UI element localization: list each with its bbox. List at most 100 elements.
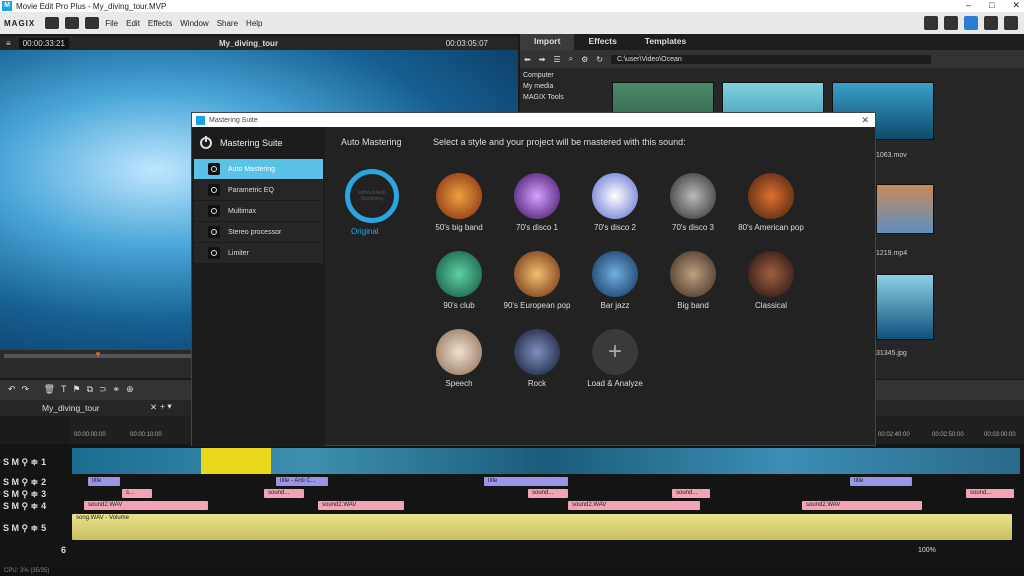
dialog-sidebar: Mastering Suite Auto Mastering Parametri…	[192, 127, 325, 447]
title-clip[interactable]: title - Anti C...	[276, 477, 328, 486]
menu-window[interactable]: Window	[180, 19, 208, 28]
style-90s-club[interactable]: 90's club	[419, 251, 499, 310]
list-icon[interactable]: ☰	[553, 55, 560, 64]
sidebar-item-stereo-processor[interactable]: Stereo processor	[194, 222, 323, 242]
sidebar-item-multimax[interactable]: Multimax	[194, 201, 323, 221]
sidebar-header-label: Mastering Suite	[220, 138, 283, 148]
power-icon[interactable]	[208, 184, 220, 196]
media-thumb[interactable]	[876, 184, 934, 234]
refresh-icon[interactable]: ↻	[596, 55, 603, 64]
hamburger-icon[interactable]: ≡	[6, 39, 11, 48]
add-tab-icon[interactable]: + ▾	[160, 401, 172, 412]
menu-effects[interactable]: Effects	[148, 19, 172, 28]
sidebar-item-auto-mastering[interactable]: Auto Mastering	[194, 159, 323, 179]
open-folder-icon[interactable]	[65, 17, 80, 29]
magic-icon[interactable]	[964, 16, 978, 30]
track-header[interactable]: 6	[0, 545, 70, 555]
audio-clip[interactable]: sound...	[672, 489, 710, 498]
tab-templates[interactable]: Templates	[631, 34, 700, 50]
volume-track-clip[interactable]: song.WAV - Volume	[72, 514, 1012, 540]
style-classical[interactable]: Classical	[731, 251, 811, 310]
style-70s-disco-3[interactable]: 70's disco 3	[653, 173, 733, 232]
original-circle-text: without Auto Mastering	[358, 190, 386, 202]
dialog-close-icon[interactable]: ✕	[861, 115, 869, 126]
sidebar-item-parametric-eq[interactable]: Parametric EQ	[194, 180, 323, 200]
power-icon[interactable]	[208, 226, 220, 238]
power-icon[interactable]	[208, 205, 220, 217]
selected-video-clip[interactable]	[201, 448, 271, 474]
track-header[interactable]: S M ⚲ ≑ 5	[0, 523, 70, 534]
power-icon[interactable]	[208, 163, 220, 175]
back-icon[interactable]: ⬅	[524, 55, 531, 64]
upload-icon[interactable]	[1004, 16, 1018, 30]
tab-effects[interactable]: Effects	[574, 34, 630, 50]
menu-help[interactable]: Help	[246, 19, 262, 28]
tree-item-magix-tools[interactable]: MAGIX Tools	[520, 92, 598, 103]
search-icon[interactable]: ⌕	[569, 54, 573, 64]
style-50s-big-band[interactable]: 50's big band	[419, 173, 499, 232]
original-style-button[interactable]: without Auto Mastering	[345, 169, 399, 223]
dialog-title: Mastering Suite	[209, 116, 258, 124]
style-big-band[interactable]: Big band	[653, 251, 733, 310]
tab-import[interactable]: Import	[520, 34, 575, 50]
gear-icon[interactable]: ⚙	[581, 55, 588, 64]
power-icon[interactable]	[200, 136, 212, 149]
title-clip[interactable]: title	[88, 477, 120, 486]
audio-clip[interactable]: sound...	[528, 489, 568, 498]
settings-icon[interactable]	[924, 16, 938, 30]
track-header[interactable]: S M ⚲ ≑ 3	[0, 489, 70, 500]
style-80s-american-pop[interactable]: 80's American pop	[731, 173, 811, 232]
toolbar-icons[interactable]: ↶↷ 🗑T⚑⧉⊃⚭⊕	[8, 384, 140, 395]
maximize-icon[interactable]: □	[989, 0, 994, 11]
project-tab[interactable]: My_diving_tour	[42, 403, 100, 413]
sidebar-item-label: Auto Mastering	[228, 165, 276, 173]
tree-item-my-media[interactable]: My media	[520, 81, 598, 92]
sidebar-item-limiter[interactable]: Limiter	[194, 243, 323, 263]
save-icon[interactable]	[85, 17, 100, 29]
preview-title: My_diving_tour	[218, 38, 279, 48]
style-bar-jazz[interactable]: Bar jazz	[575, 251, 655, 310]
tree-item-computer[interactable]: Computer	[520, 70, 598, 81]
title-clip[interactable]: title	[484, 477, 568, 486]
load-analyze-button[interactable]: + Load & Analyze	[575, 329, 655, 388]
track-header[interactable]: S M ⚲ ≑ 1	[0, 457, 70, 468]
style-rock[interactable]: Rock	[497, 329, 577, 388]
close-tab-icon[interactable]: ✕	[150, 402, 157, 413]
zoom-level[interactable]: 100%	[918, 547, 936, 554]
style-label: Bar jazz	[600, 301, 630, 310]
track-row: S M ⚲ ≑ 4 sound2.WAV sound2.WAV sound2.W…	[0, 500, 1024, 512]
path-field[interactable]: C:\user\Video\Ocean	[610, 54, 931, 64]
menu-file[interactable]: File	[105, 19, 118, 28]
minimize-icon[interactable]: –	[966, 0, 971, 11]
audio-clip[interactable]: sound2.WAV	[318, 501, 404, 510]
style-90s-european-pop[interactable]: 90's European pop	[497, 251, 577, 310]
thumb-label: 31345.jpg	[876, 350, 907, 357]
style-70s-disco-2[interactable]: 70's disco 2	[575, 173, 655, 232]
disc-icon[interactable]	[984, 16, 998, 30]
track-header[interactable]: S M ⚲ ≑ 4	[0, 501, 70, 512]
track-header[interactable]: S M ⚲ ≑ 2	[0, 477, 70, 488]
power-icon[interactable]	[208, 247, 220, 259]
menu-edit[interactable]: Edit	[126, 19, 140, 28]
title-clip[interactable]: title	[850, 477, 912, 486]
dialog-main: Auto Mastering Select a style and your p…	[325, 127, 877, 447]
audio-clip[interactable]: s...	[122, 489, 152, 498]
close-icon[interactable]: ✕	[1012, 0, 1020, 11]
audio-clip[interactable]: sound...	[264, 489, 304, 498]
audio-clip[interactable]: sound2.WAV	[568, 501, 700, 510]
audio-clip[interactable]: sound2.WAV	[84, 501, 208, 510]
forward-icon[interactable]: ➡	[539, 55, 546, 64]
timecode-position[interactable]: 00:00:33:21	[18, 37, 69, 49]
audio-clip[interactable]: sound...	[966, 489, 1014, 498]
media-thumb[interactable]	[876, 274, 934, 340]
cd-icon[interactable]	[944, 16, 958, 30]
style-speech[interactable]: Speech	[419, 329, 499, 388]
section-title: Auto Mastering	[341, 137, 402, 147]
playhead-marker-icon[interactable]: ▼	[94, 350, 102, 359]
style-label: Classical	[754, 301, 787, 310]
audio-clip[interactable]: sound2.WAV	[802, 501, 922, 510]
style-70s-disco-1[interactable]: 70's disco 1	[497, 173, 577, 232]
new-file-icon[interactable]	[45, 17, 60, 29]
style-label: Rock	[527, 379, 547, 388]
menu-share[interactable]: Share	[217, 19, 238, 28]
